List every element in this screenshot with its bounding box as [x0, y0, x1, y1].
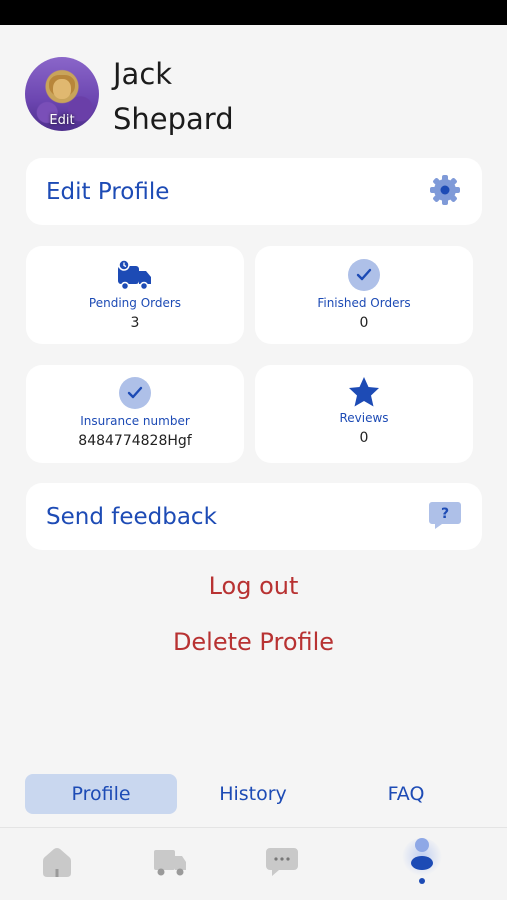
edit-profile-label: Edit Profile: [46, 178, 170, 205]
finished-orders-title: Finished Orders: [317, 296, 411, 310]
nav-messages[interactable]: [262, 844, 302, 884]
first-name: Jack: [113, 57, 173, 91]
home-icon: [40, 845, 74, 883]
delete-profile-button[interactable]: Delete Profile: [0, 628, 507, 656]
gear-icon: [428, 173, 462, 211]
chat-icon: [265, 846, 299, 882]
help-chat-icon: ?: [428, 499, 462, 535]
pending-orders-value: 3: [130, 315, 140, 331]
avatar-photo-face: [53, 79, 71, 99]
status-bar: [0, 0, 507, 25]
last-name: Shepard: [113, 102, 234, 136]
bottom-navigation: [0, 827, 507, 900]
star-icon: [347, 376, 381, 412]
svg-text:?: ?: [441, 506, 449, 522]
avatar[interactable]: Edit: [25, 57, 99, 131]
profile-name: Jack Shepard: [113, 52, 234, 142]
reviews-card[interactable]: Reviews 0: [255, 365, 473, 463]
avatar-edit-label[interactable]: Edit: [25, 113, 99, 128]
checkmark-circle-icon: [348, 259, 380, 291]
edit-profile-button[interactable]: Edit Profile: [26, 158, 482, 225]
finished-orders-card[interactable]: Finished Orders 0: [255, 246, 473, 344]
tab-history[interactable]: History: [177, 774, 329, 814]
truck-icon: [152, 846, 188, 882]
send-feedback-button[interactable]: Send feedback ?: [26, 483, 482, 550]
pending-orders-title: Pending Orders: [88, 296, 182, 310]
logout-button[interactable]: Log out: [0, 572, 507, 600]
checkmark-circle-icon: [119, 377, 151, 409]
insurance-number-value: 8484774828Hgf: [78, 433, 192, 449]
pending-orders-card[interactable]: Pending Orders 3: [26, 246, 244, 344]
reviews-value: 0: [359, 430, 369, 446]
finished-orders-value: 0: [359, 315, 369, 331]
nav-home[interactable]: [37, 844, 77, 884]
delivery-truck-icon: [116, 258, 154, 296]
insurance-number-title: Insurance number: [80, 414, 190, 428]
reviews-title: Reviews: [339, 411, 389, 425]
insurance-number-card[interactable]: Insurance number 8484774828Hgf: [26, 365, 244, 463]
send-feedback-label: Send feedback: [46, 503, 217, 530]
tab-profile[interactable]: Profile: [25, 774, 177, 814]
nav-orders[interactable]: [150, 844, 190, 884]
nav-profile[interactable]: [402, 838, 442, 890]
person-icon: [402, 836, 442, 892]
profile-tabs: Profile History FAQ: [25, 774, 482, 814]
tab-faq[interactable]: FAQ: [330, 774, 482, 814]
